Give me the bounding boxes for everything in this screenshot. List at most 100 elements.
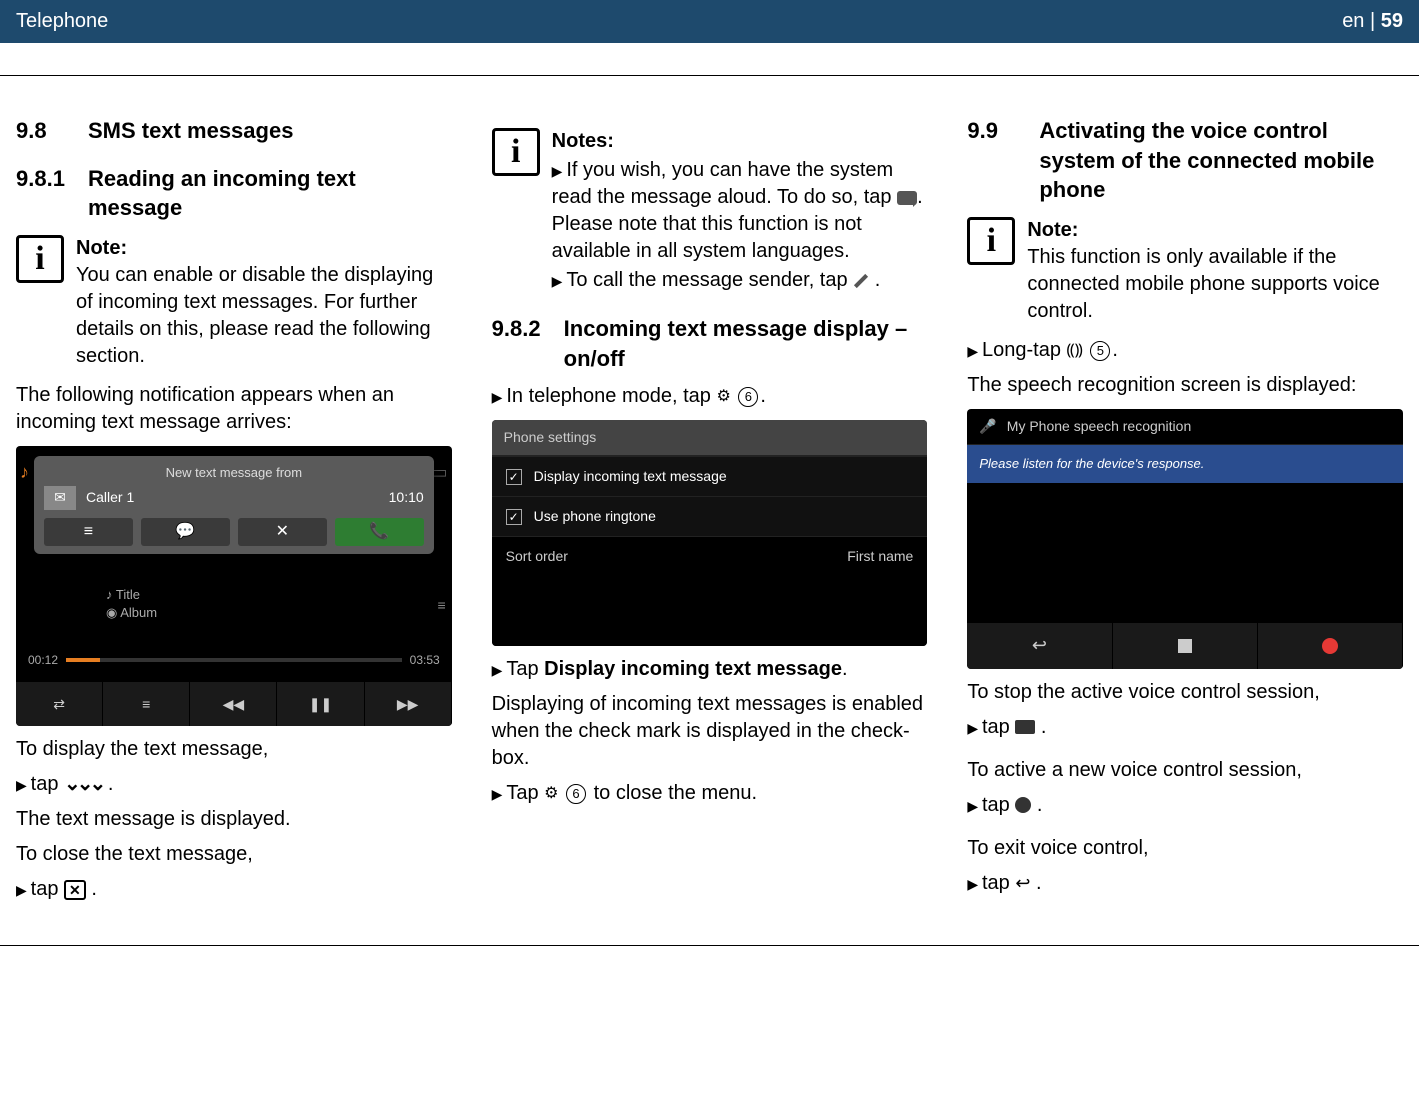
settings-gear-icon: ⚙: [544, 783, 558, 805]
step-tap-record-suf: .: [1031, 794, 1042, 816]
step-tap-expand-word: tap: [31, 773, 59, 795]
header-page-number: 59: [1381, 10, 1403, 32]
setting-row-display-sms[interactable]: ✓ Display incoming text message: [492, 456, 928, 496]
call-sender-button[interactable]: 📞: [335, 518, 424, 546]
setting-row-display-sms-label: Display incoming text message: [534, 467, 727, 486]
prev-track-button[interactable]: ◀◀: [190, 682, 277, 726]
voice-prompt-banner: Please listen for the device's response.: [967, 445, 1403, 483]
notes-item-2-pre: To call the message sender, tap: [566, 269, 847, 291]
heading-9-9: 9.9 Activating the voice control system …: [967, 116, 1403, 205]
step-tap-stop-word: tap: [982, 716, 1010, 738]
screenshot-new-text-message: ♪ ▭ New text message from ✉ Caller 1 10:…: [16, 446, 452, 726]
next-track-button[interactable]: ▶▶: [365, 682, 452, 726]
step-tap-record-word: tap: [982, 794, 1010, 816]
playback-timeline[interactable]: 00:12 03:53: [28, 652, 440, 668]
progress-bar[interactable]: [66, 658, 402, 662]
step-close-settings-pre: Tap: [506, 782, 538, 804]
track-title-label: ♪: [106, 587, 116, 602]
step-long-tap-pre: Long-tap: [982, 339, 1061, 361]
heading-9-8-2-number: 9.8.2: [492, 314, 548, 373]
step-tap-display-pre: Tap: [506, 658, 544, 680]
page-body: 9.8 SMS text messages 9.8.1 Reading an i…: [0, 75, 1419, 946]
step-open-phone-settings-suf: .: [760, 385, 766, 407]
ref-number-6: 6: [738, 387, 758, 407]
menu-button[interactable]: ≡: [103, 682, 190, 726]
column-2: i Notes: If you wish, you can have the s…: [492, 116, 928, 905]
record-dot-icon: [1015, 797, 1031, 813]
note-voice-body: This function is only available if the c…: [1027, 246, 1379, 322]
expand-message-button[interactable]: ≡: [44, 518, 133, 546]
step-tap-close-suffix: .: [91, 878, 97, 900]
step-long-tap-suf: .: [1112, 339, 1118, 361]
checkbox-checked-icon[interactable]: ✓: [506, 509, 522, 525]
display-msg-result: The text message is displayed.: [16, 806, 452, 833]
heading-9-8-1: 9.8.1 Reading an incoming text message: [16, 164, 452, 223]
notes-text: Notes: If you wish, you can have the sys…: [552, 128, 928, 296]
column-3: 9.9 Activating the voice control system …: [967, 116, 1403, 905]
note-label: Note:: [76, 235, 452, 262]
note-body: You can enable or disable the display­in…: [76, 264, 433, 367]
setting-row-sort-order[interactable]: Sort order First name: [492, 536, 928, 576]
message-icon: ✉: [44, 486, 76, 510]
note-voice-label: Note:: [1027, 217, 1403, 244]
record-dot-icon: [1322, 638, 1338, 654]
screenshot-voice-recognition: 🎤 My Phone speech recognition Please lis…: [967, 409, 1403, 668]
read-aloud-button[interactable]: 💬: [141, 518, 230, 546]
notes-label: Notes:: [552, 128, 928, 155]
notes-item-1: If you wish, you can have the system rea…: [552, 157, 928, 265]
step-tap-exit: tap ↩ .: [967, 870, 1403, 897]
info-icon: i: [492, 128, 540, 176]
step-open-phone-settings-pre: In telephone mode, tap: [506, 385, 711, 407]
voice-back-button[interactable]: ↩: [967, 623, 1112, 669]
voice-result-line: The speech recognition screen is display…: [967, 372, 1403, 399]
back-arrow-icon: ↩: [1032, 633, 1047, 657]
step-tap-display-incoming: Tap Display incoming text message.: [492, 656, 928, 683]
notes-item-1-pre: If you wish, you can have the system rea…: [552, 159, 893, 208]
popup-title: New text message from: [44, 464, 424, 482]
column-1: 9.8 SMS text messages 9.8.1 Reading an i…: [16, 116, 452, 905]
time-elapsed: 00:12: [28, 652, 58, 668]
info-icon: i: [967, 217, 1015, 265]
step-close-settings-suf: to close the menu.: [588, 782, 757, 804]
popup-caller-row: ✉ Caller 1 10:10: [44, 486, 424, 510]
phone-settings-title: Phone settings: [492, 420, 928, 456]
step-tap-display-suf: .: [842, 658, 848, 680]
display-msg-intro: To display the text message,: [16, 736, 452, 763]
header-lang: en: [1342, 10, 1364, 32]
exit-voice-intro: To exit voice control,: [967, 835, 1403, 862]
step-tap-expand: tap ⌄⌄⌄ .: [16, 771, 452, 798]
media-meta: ♪ Title ◉ Album: [106, 586, 157, 621]
voice-controls: ↩: [967, 623, 1403, 669]
checkbox-checked-icon[interactable]: ✓: [506, 469, 522, 485]
media-source-icon: ♪: [20, 460, 29, 484]
info-icon: i: [16, 235, 64, 283]
popup-buttons: ≡ 💬 ✕ 📞: [44, 518, 424, 546]
settings-empty-area: [492, 576, 928, 646]
setting-sort-order-value: First name: [847, 547, 913, 566]
step-tap-display-bold: Display incoming text message: [544, 658, 842, 680]
stop-square-icon: [1015, 720, 1035, 734]
heading-9-9-title: Activating the voice control system of t…: [1039, 116, 1403, 205]
microphone-icon: 🎤: [979, 417, 996, 436]
voice-stop-button[interactable]: [1113, 623, 1258, 669]
setting-row-ringtone[interactable]: ✓ Use phone ringtone: [492, 496, 928, 536]
heading-9-8-number: 9.8: [16, 116, 72, 146]
voice-title-bar: 🎤 My Phone speech recognition: [967, 409, 1403, 445]
step-close-settings: Tap ⚙ 6 to close the menu.: [492, 780, 928, 807]
heading-9-9-number: 9.9: [967, 116, 1023, 205]
heading-9-8-2-title: Incoming text message dis­play – on/off: [564, 314, 928, 373]
step-tap-expand-suffix: .: [108, 773, 114, 795]
voice-record-button[interactable]: [1258, 623, 1403, 669]
header-section-title: Telephone: [16, 10, 108, 33]
list-toggle-icon[interactable]: ≡: [438, 596, 446, 615]
shuffle-button[interactable]: ⇄: [16, 682, 103, 726]
step-tap-close: tap ✕ .: [16, 876, 452, 903]
time-total: 03:53: [410, 652, 440, 668]
close-popup-button[interactable]: ✕: [238, 518, 327, 546]
page-header: Telephone en | 59: [0, 0, 1419, 43]
play-pause-button[interactable]: ❚❚: [277, 682, 364, 726]
setting-sort-order-label: Sort order: [506, 547, 568, 566]
track-title: Title: [116, 587, 140, 602]
stop-session-intro: To stop the active voice control session…: [967, 679, 1403, 706]
voice-body-area: [967, 483, 1403, 623]
